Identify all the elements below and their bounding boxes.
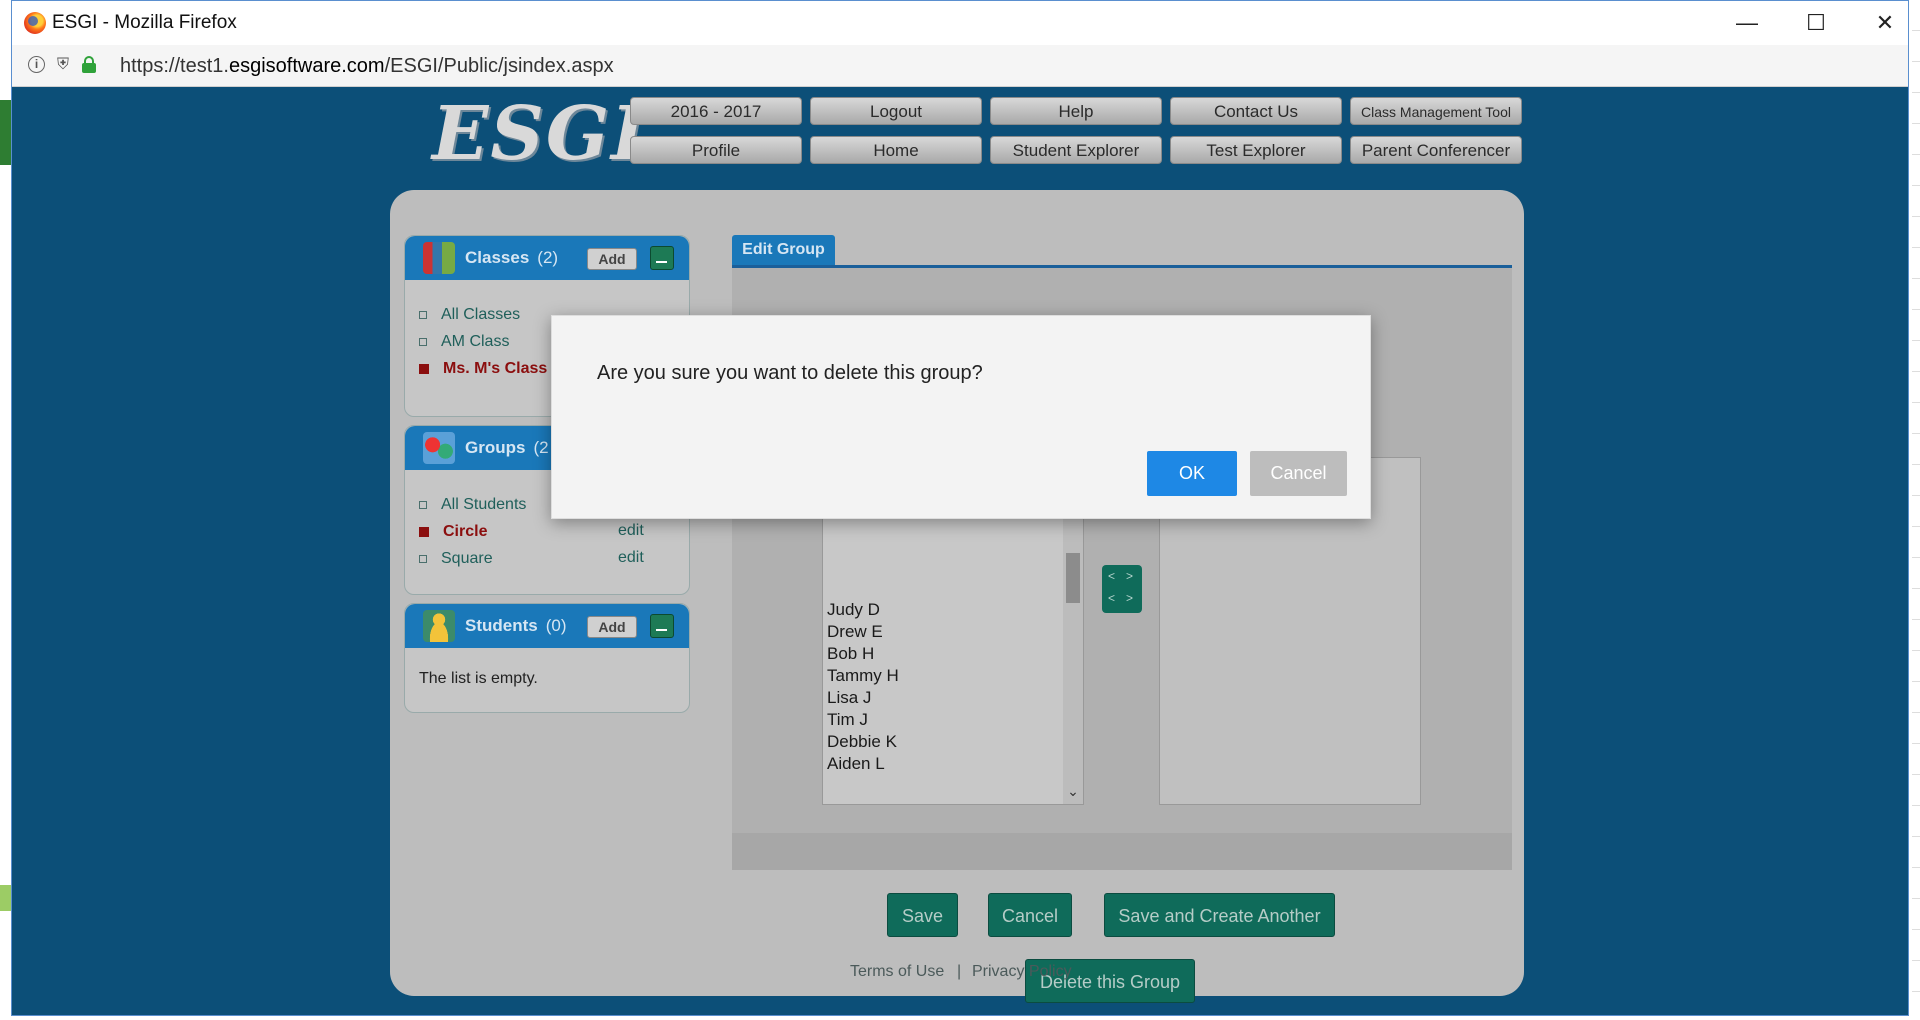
list-item[interactable]: Judy D — [827, 600, 880, 620]
maximize-button[interactable]: ☐ — [1781, 1, 1851, 45]
nav-logout-button[interactable]: Logout — [810, 97, 982, 125]
collapse-classes-button[interactable] — [650, 246, 674, 270]
tab-edit-group[interactable]: Edit Group — [732, 235, 835, 265]
nav-home-button[interactable]: Home — [810, 136, 982, 164]
tab-underline — [732, 265, 1512, 268]
classes-count: (2) — [537, 248, 559, 267]
nav-test-explorer-button[interactable]: Test Explorer — [1170, 136, 1342, 164]
confirm-delete-dialog: Are you sure you want to delete this gro… — [551, 315, 1371, 519]
form-footer-band — [732, 833, 1512, 870]
chevron-right-icon: > — [1126, 591, 1134, 605]
classes-title: Classes (2) — [465, 248, 558, 268]
url-path: /ESGI/Public/jsindex.aspx — [384, 55, 614, 77]
privacy-link[interactable]: Privacy Policy — [972, 963, 1072, 981]
list-item[interactable]: Tammy H — [827, 666, 899, 686]
students-count: (0) — [545, 616, 567, 635]
students-header: Students (0) Add — [405, 604, 689, 648]
list-item[interactable]: Tim J — [827, 710, 868, 730]
groups-count: (2 — [533, 438, 549, 457]
save-button[interactable]: Save — [887, 893, 958, 937]
url-prefix: https://test1. — [120, 55, 229, 77]
group-item-selected[interactable]: Circle — [419, 523, 487, 541]
nav-contact-button[interactable]: Contact Us — [1170, 97, 1342, 125]
info-icon[interactable]: i — [28, 56, 45, 73]
list-item[interactable]: Debbie K — [827, 732, 897, 752]
nav-class-management-button[interactable]: Class Management Tool — [1350, 97, 1522, 125]
save-and-create-another-button[interactable]: Save and Create Another — [1104, 893, 1335, 937]
nav-year-button[interactable]: 2016 - 2017 — [630, 97, 802, 125]
nav-profile-button[interactable]: Profile — [630, 136, 802, 164]
list-item[interactable]: Drew E — [827, 622, 883, 642]
bullet-icon — [419, 500, 427, 509]
move-students-button[interactable]: < > < > — [1102, 565, 1142, 613]
bullet-icon — [419, 554, 427, 563]
terms-link[interactable]: Terms of Use — [850, 963, 944, 981]
chevron-left-icon: < — [1108, 591, 1116, 605]
nav-parent-conferencer-button[interactable]: Parent Conferencer — [1350, 136, 1522, 164]
scrollbar-thumb[interactable] — [1066, 553, 1080, 603]
collapse-students-button[interactable] — [650, 614, 674, 638]
esgi-logo[interactable]: ESGI — [432, 91, 648, 177]
group-item[interactable]: All Students — [419, 496, 526, 514]
students-icon — [423, 610, 455, 642]
list-item[interactable]: Lisa J — [827, 688, 871, 708]
groups-icon — [423, 432, 455, 464]
background-window-edge — [1912, 0, 1920, 1020]
group-item-label: Circle — [443, 523, 488, 540]
url-text[interactable]: https://test1.esgisoftware.com/ESGI/Publ… — [120, 55, 614, 78]
window-title: ESGI - Mozilla Firefox — [52, 12, 237, 33]
class-item[interactable]: All Classes — [419, 306, 520, 324]
groups-title-text: Groups — [465, 438, 526, 457]
class-item-label: Ms. M's Class — [443, 360, 548, 377]
address-bar[interactable]: i ⛨ https://test1.esgisoftware.com/ESGI/… — [12, 45, 1908, 87]
books-icon — [423, 242, 455, 274]
ok-button[interactable]: OK — [1147, 451, 1237, 496]
edit-group-link[interactable]: edit — [618, 549, 644, 567]
footer-separator: | — [957, 963, 962, 980]
close-window-button[interactable]: ✕ — [1850, 1, 1920, 45]
class-item[interactable]: AM Class — [419, 333, 509, 351]
classes-title-text: Classes — [465, 248, 530, 267]
students-box: Students (0) Add The list is empty. — [404, 603, 690, 713]
dialog-cancel-button[interactable]: Cancel — [1250, 451, 1347, 496]
url-domain: esgisoftware.com — [228, 55, 385, 77]
group-item-label: All Students — [441, 496, 527, 513]
add-student-button[interactable]: Add — [587, 616, 637, 638]
bullet-icon — [419, 526, 429, 537]
class-item-selected[interactable]: Ms. M's Class — [419, 360, 547, 378]
lock-icon[interactable] — [82, 56, 96, 73]
cancel-button[interactable]: Cancel — [988, 893, 1072, 937]
bullet-icon — [419, 310, 427, 319]
edit-group-link[interactable]: edit — [618, 522, 644, 540]
students-title-text: Students — [465, 616, 538, 635]
list-item[interactable]: Bob H — [827, 644, 874, 664]
students-empty-text: The list is empty. — [419, 670, 538, 687]
firefox-logo-icon — [24, 12, 46, 34]
minimize-button[interactable]: — — [1712, 1, 1782, 45]
groups-title: Groups (2 — [465, 438, 549, 458]
list-item[interactable]: Aiden L — [827, 754, 885, 774]
page-content: ESGI 2016 - 2017 Logout Help Contact Us … — [12, 87, 1908, 1015]
bullet-icon — [419, 337, 427, 346]
chevron-left-icon: < — [1108, 569, 1116, 583]
class-item-label: AM Class — [441, 333, 510, 350]
group-item-label: Square — [441, 550, 493, 567]
class-item-label: All Classes — [441, 306, 521, 323]
students-title: Students (0) — [465, 616, 567, 636]
chevron-down-icon[interactable]: ⌄ — [1066, 783, 1080, 800]
nav-help-button[interactable]: Help — [990, 97, 1162, 125]
chevron-right-icon: > — [1126, 569, 1134, 583]
dialog-message: Are you sure you want to delete this gro… — [597, 362, 983, 384]
group-item[interactable]: Square — [419, 550, 493, 568]
bullet-icon — [419, 363, 429, 374]
add-class-button[interactable]: Add — [587, 248, 637, 270]
classes-header: Classes (2) Add — [405, 236, 689, 280]
nav-student-explorer-button[interactable]: Student Explorer — [990, 136, 1162, 164]
window-titlebar[interactable]: ESGI - Mozilla Firefox — ☐ ✕ — [12, 1, 1908, 45]
shield-icon[interactable]: ⛨ — [54, 56, 72, 74]
